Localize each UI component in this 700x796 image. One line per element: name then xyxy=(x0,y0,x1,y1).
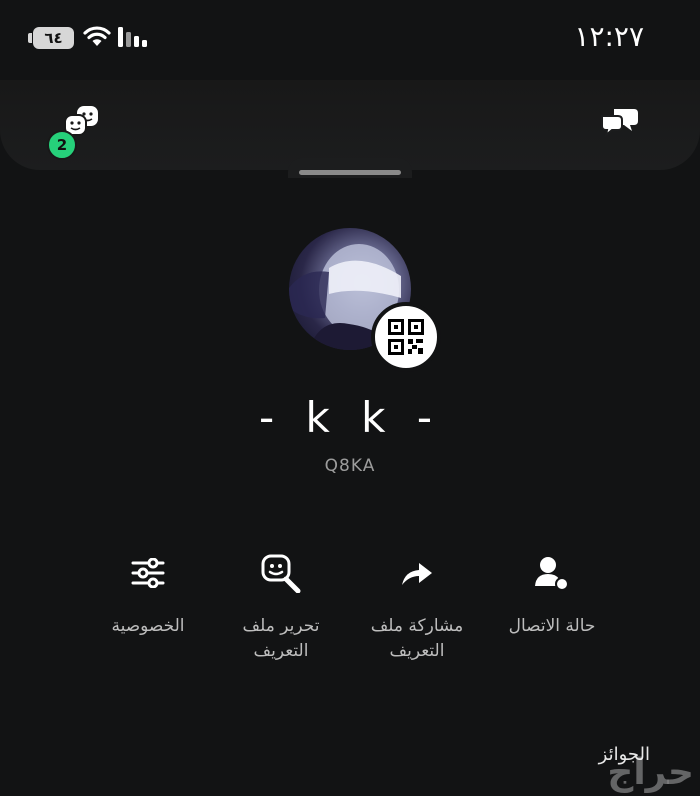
share-arrow-icon xyxy=(402,563,432,585)
battery-icon: ٦٤ xyxy=(28,27,74,49)
battery-level: ٦٤ xyxy=(44,29,63,47)
qr-code-button[interactable] xyxy=(371,302,441,372)
chat-bubbles-icon xyxy=(601,109,638,138)
edit-bitmoji-icon xyxy=(261,554,301,593)
share-profile-button[interactable]: مشاركة ملف التعريف xyxy=(352,548,482,664)
top-panel xyxy=(0,80,700,170)
panel-notch xyxy=(288,158,412,178)
edit-profile-button[interactable]: تحرير ملف التعريف xyxy=(216,548,346,664)
status-bar: ٦٤ ١٢:٢٧ xyxy=(0,0,700,80)
connection-status-button[interactable]: حالة الاتصال xyxy=(487,548,617,639)
wifi-icon xyxy=(83,26,111,46)
cellular-signal-icon xyxy=(118,27,147,47)
connection-status-label: حالة الاتصال xyxy=(508,616,596,636)
person-status-icon xyxy=(535,557,569,591)
share-profile-label: مشاركة ملف التعريف xyxy=(370,616,464,661)
display-name: - k k - xyxy=(258,393,441,442)
status-time: ١٢:٢٧ xyxy=(574,20,644,53)
drag-handle[interactable] xyxy=(299,170,401,175)
watermark-logo: حراج xyxy=(607,752,694,793)
privacy-button[interactable]: الخصوصية xyxy=(83,548,213,639)
sliders-icon xyxy=(131,558,165,588)
chat-button[interactable] xyxy=(600,106,640,142)
privacy-label: الخصوصية xyxy=(111,616,185,636)
edit-profile-label: تحرير ملف التعريف xyxy=(242,616,320,661)
username: Q8KA xyxy=(324,456,376,476)
friends-badge: 2 xyxy=(47,130,77,160)
qr-code-icon xyxy=(388,319,424,355)
